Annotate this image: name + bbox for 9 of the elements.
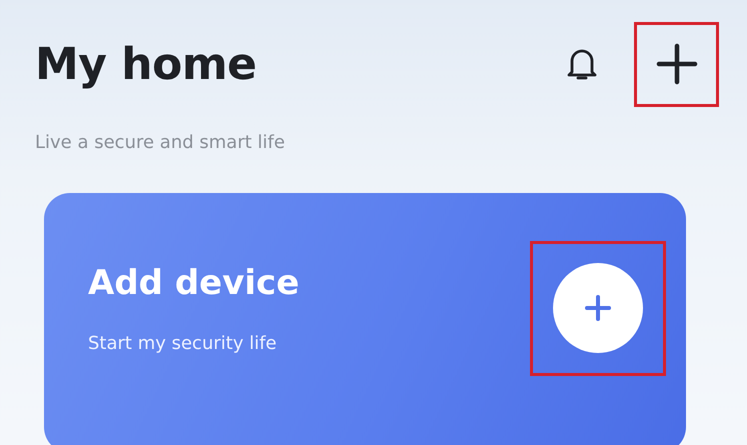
add-button[interactable] <box>634 22 719 106</box>
page-title: My home <box>35 38 258 90</box>
card-title: Add device <box>88 262 300 302</box>
card-subtitle: Start my security life <box>88 332 278 354</box>
plus-icon <box>585 295 611 321</box>
add-device-button[interactable] <box>530 240 666 376</box>
plus-icon <box>656 43 698 85</box>
bell-icon <box>567 47 597 81</box>
page-subtitle: Live a secure and smart life <box>35 132 286 153</box>
